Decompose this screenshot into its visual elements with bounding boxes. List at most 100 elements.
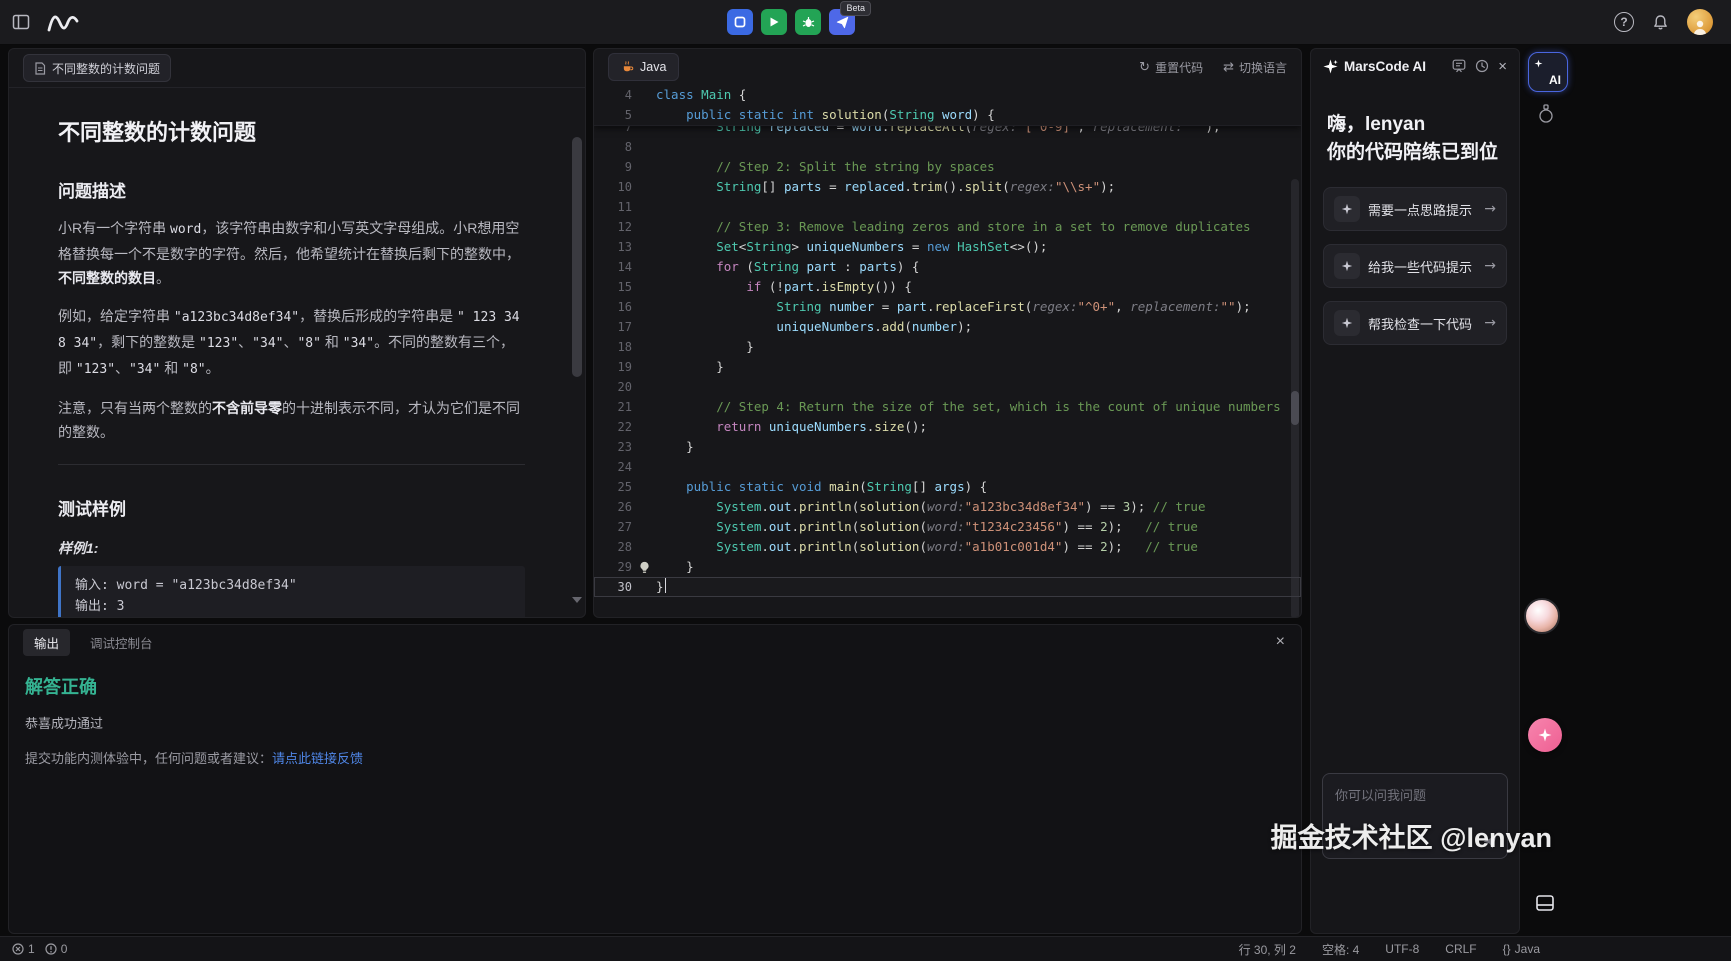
ai-companion-avatar[interactable] bbox=[1524, 598, 1560, 634]
tab-java[interactable]: Java bbox=[608, 53, 679, 81]
user-avatar[interactable] bbox=[1687, 9, 1713, 35]
line-number[interactable]: 7 bbox=[594, 126, 632, 137]
submit-button[interactable]: Beta bbox=[829, 9, 855, 35]
code-line-20[interactable]: 20 bbox=[594, 377, 1301, 397]
indentation-setting[interactable]: 空格: 4 bbox=[1322, 941, 1359, 958]
line-number[interactable]: 11 bbox=[594, 197, 632, 217]
reset-code-button[interactable]: ↻ 重置代码 bbox=[1139, 59, 1203, 76]
code-text[interactable]: System.out.println(solution(word:"t1234c… bbox=[656, 517, 1301, 537]
code-line-15[interactable]: 15 if (!part.isEmpty()) { bbox=[594, 277, 1301, 297]
code-text[interactable]: } bbox=[656, 557, 1301, 577]
ai-sidebar-toggle-button[interactable]: AI bbox=[1528, 52, 1568, 92]
code-text[interactable]: return uniqueNumbers.size(); bbox=[656, 417, 1301, 437]
problem-tab[interactable]: 不同整数的计数问题 bbox=[23, 54, 171, 82]
line-number[interactable]: 19 bbox=[594, 357, 632, 377]
line-number[interactable]: 4 bbox=[594, 85, 632, 105]
code-text[interactable]: uniqueNumbers.add(number); bbox=[656, 317, 1301, 337]
feedback-link[interactable]: 请点此链接反馈 bbox=[272, 751, 363, 766]
problem-scrollbar-thumb[interactable] bbox=[572, 137, 582, 377]
code-text[interactable]: String number = part.replaceFirst(regex:… bbox=[656, 297, 1301, 317]
tab-debug-console[interactable]: 调试控制台 bbox=[84, 629, 159, 656]
scroll-down-arrow[interactable] bbox=[572, 597, 582, 603]
lightbulb-icon[interactable] bbox=[632, 557, 656, 577]
code-line-19[interactable]: 19 } bbox=[594, 357, 1301, 377]
line-number[interactable]: 22 bbox=[594, 417, 632, 437]
code-text[interactable]: System.out.println(solution(word:"a123bc… bbox=[656, 497, 1301, 517]
code-text[interactable]: public static int solution(String word) … bbox=[656, 105, 1301, 125]
code-text[interactable]: // Step 4: Return the size of the set, w… bbox=[656, 397, 1301, 417]
code-line-9[interactable]: 9 // Step 2: Split the string by spaces bbox=[594, 157, 1301, 177]
suggestion-check-code-button[interactable]: 帮我检查一下代码 → bbox=[1323, 301, 1507, 345]
code-line-29[interactable]: 29 } bbox=[594, 557, 1301, 577]
stop-button[interactable] bbox=[727, 9, 753, 35]
code-line-13[interactable]: 13 Set<String> uniqueNumbers = new HashS… bbox=[594, 237, 1301, 257]
warnings-indicator[interactable]: 0 bbox=[45, 942, 68, 956]
code-line-27[interactable]: 27 System.out.println(solution(word:"t12… bbox=[594, 517, 1301, 537]
code-text[interactable] bbox=[656, 137, 1301, 157]
code-line-23[interactable]: 23 } bbox=[594, 437, 1301, 457]
marscode-logo[interactable] bbox=[46, 10, 80, 34]
pendant-icon[interactable] bbox=[1537, 104, 1555, 124]
line-number[interactable]: 27 bbox=[594, 517, 632, 537]
line-number[interactable]: 8 bbox=[594, 137, 632, 157]
code-text[interactable]: String[] parts = replaced.trim().split(r… bbox=[656, 177, 1301, 197]
code-text[interactable]: } bbox=[656, 357, 1301, 377]
code-line-16[interactable]: 16 String number = part.replaceFirst(reg… bbox=[594, 297, 1301, 317]
code-line-22[interactable]: 22 return uniqueNumbers.size(); bbox=[594, 417, 1301, 437]
send-message-icon[interactable] bbox=[1482, 834, 1498, 850]
line-number[interactable]: 30 bbox=[594, 577, 632, 597]
suggestion-code-hint-button[interactable]: 给我一些代码提示 → bbox=[1323, 244, 1507, 288]
code-line-5[interactable]: 5 public static int solution(String word… bbox=[594, 105, 1301, 125]
close-ai-panel-icon[interactable]: × bbox=[1498, 58, 1507, 75]
code-text[interactable]: // Step 2: Split the string by spaces bbox=[656, 157, 1301, 177]
line-number[interactable]: 9 bbox=[594, 157, 632, 177]
line-ending-setting[interactable]: CRLF bbox=[1445, 942, 1476, 956]
code-line-21[interactable]: 21 // Step 4: Return the size of the set… bbox=[594, 397, 1301, 417]
errors-indicator[interactable]: 1 bbox=[12, 942, 35, 956]
line-number[interactable]: 14 bbox=[594, 257, 632, 277]
line-number[interactable]: 24 bbox=[594, 457, 632, 477]
suggestion-idea-hint-button[interactable]: 需要一点思路提示 → bbox=[1323, 187, 1507, 231]
code-line-11[interactable]: 11 bbox=[594, 197, 1301, 217]
line-number[interactable]: 25 bbox=[594, 477, 632, 497]
run-button[interactable] bbox=[761, 9, 787, 35]
code-line-28[interactable]: 28 System.out.println(solution(word:"a1b… bbox=[594, 537, 1301, 557]
cursor-position[interactable]: 行 30, 列 2 bbox=[1239, 941, 1296, 958]
code-text[interactable]: // Step 3: Remove leading zeros and stor… bbox=[656, 217, 1301, 237]
sidebar-toggle-icon[interactable] bbox=[12, 13, 30, 31]
code-line-12[interactable]: 12 // Step 3: Remove leading zeros and s… bbox=[594, 217, 1301, 237]
code-line-4[interactable]: 4class Main { bbox=[594, 85, 1301, 105]
code-line-30[interactable]: 30} bbox=[594, 577, 1301, 597]
tab-output[interactable]: 输出 bbox=[23, 629, 70, 656]
code-text[interactable]: public static void main(String[] args) { bbox=[656, 477, 1301, 497]
code-text[interactable]: if (!part.isEmpty()) { bbox=[656, 277, 1301, 297]
code-text[interactable] bbox=[656, 197, 1301, 217]
code-text[interactable]: for (String part : parts) { bbox=[656, 257, 1301, 277]
line-number[interactable]: 21 bbox=[594, 397, 632, 417]
code-line-17[interactable]: 17 uniqueNumbers.add(number); bbox=[594, 317, 1301, 337]
code-line-14[interactable]: 14 for (String part : parts) { bbox=[594, 257, 1301, 277]
line-number[interactable]: 13 bbox=[594, 237, 632, 257]
line-number[interactable]: 28 bbox=[594, 537, 632, 557]
close-output-icon[interactable]: × bbox=[1276, 632, 1285, 652]
encoding-setting[interactable]: UTF-8 bbox=[1385, 942, 1419, 956]
ai-chat-input[interactable]: 你可以问我问题 bbox=[1322, 773, 1508, 859]
help-icon[interactable]: ? bbox=[1614, 12, 1634, 32]
code-line-7[interactable]: 7 String replaced = word.replaceAll(rege… bbox=[594, 126, 1301, 137]
line-number[interactable]: 10 bbox=[594, 177, 632, 197]
line-number[interactable]: 17 bbox=[594, 317, 632, 337]
mascot-button[interactable] bbox=[1528, 718, 1562, 752]
code-area[interactable]: 4class Main {5 public static int solutio… bbox=[594, 85, 1301, 617]
feedback-icon[interactable] bbox=[1452, 59, 1466, 73]
line-number[interactable]: 18 bbox=[594, 337, 632, 357]
code-text[interactable]: } bbox=[656, 577, 1301, 597]
line-number[interactable]: 26 bbox=[594, 497, 632, 517]
line-number[interactable]: 29 bbox=[594, 557, 632, 577]
code-line-10[interactable]: 10 String[] parts = replaced.trim().spli… bbox=[594, 177, 1301, 197]
code-text[interactable]: } bbox=[656, 437, 1301, 457]
code-text[interactable]: } bbox=[656, 337, 1301, 357]
language-mode[interactable]: {} Java bbox=[1503, 942, 1540, 956]
code-text[interactable]: System.out.println(solution(word:"a1b01c… bbox=[656, 537, 1301, 557]
line-number[interactable]: 23 bbox=[594, 437, 632, 457]
code-text[interactable] bbox=[656, 457, 1301, 477]
